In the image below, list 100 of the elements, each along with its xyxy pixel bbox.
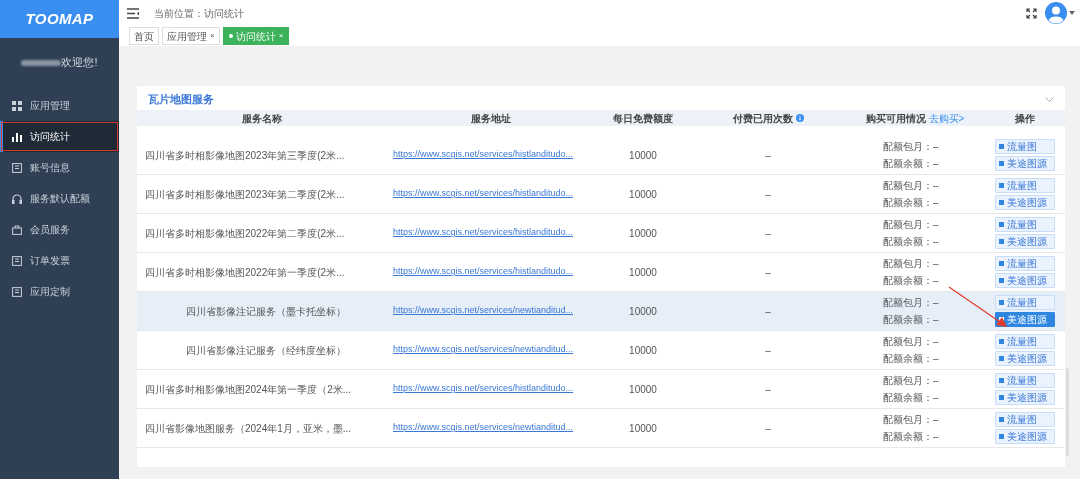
quota-text: 配额包月：– (883, 218, 940, 232)
square-icon (999, 200, 1004, 205)
quota-text: 配额包月：– (883, 374, 940, 388)
quota-text: 配额余额：– (883, 352, 940, 366)
quota-text: 配额余额：– (883, 274, 940, 288)
action-button[interactable]: 美途图源 (995, 429, 1055, 444)
table-cell-text: – (765, 187, 771, 202)
action-button[interactable]: 流量图 (995, 217, 1055, 232)
document-icon (12, 286, 22, 297)
buy-link[interactable]: 去购买> (928, 110, 965, 126)
action-button[interactable]: 流量图 (995, 412, 1055, 427)
service-url-link[interactable]: https://www.scgis.net/services/newtianditud... (393, 343, 574, 357)
quota-text: 配额包月：– (883, 140, 940, 154)
service-url-link[interactable]: https://www.scgis.net/services/newtianditud... (393, 421, 574, 435)
square-icon (999, 300, 1004, 305)
service-url-link[interactable]: https://www.scgis.net/services/histlanditudo... (393, 187, 574, 201)
column-header: 服务地址 (471, 111, 511, 126)
square-icon (999, 356, 1004, 361)
table-cell-text: – (765, 343, 771, 358)
table-cell-text: 四川省影像注记服务（墨卡托坐标） (186, 304, 346, 319)
quota-text: 配额包月：– (883, 335, 940, 349)
quota-text: 配额余额：– (883, 157, 940, 171)
table-cell-text: 四川省影像注记服务（经纬度坐标） (186, 343, 346, 358)
table-cell-text: 四川省多时相影像地图2023年第二季度(2米... (145, 187, 345, 202)
service-url-link[interactable]: https://www.scgis.net/services/histlanditudo... (393, 148, 574, 162)
menu-icon[interactable] (127, 7, 139, 19)
square-icon (999, 239, 1004, 244)
square-icon (999, 378, 1004, 383)
info-icon[interactable] (795, 114, 804, 122)
card-title: 瓦片地图服务 (148, 91, 214, 107)
column-header: 操作 (1015, 111, 1035, 126)
headset-icon (12, 193, 22, 204)
logo: TOOMAP (25, 8, 94, 29)
table-cell-text: 10000 (629, 343, 657, 358)
action-button[interactable]: 流量图 (995, 334, 1055, 349)
table-cell-text: 10000 (629, 382, 657, 397)
service-url-link[interactable]: https://www.scgis.net/services/newtianditud... (393, 304, 574, 318)
table-cell-text: – (765, 304, 771, 319)
quota-text: 配额余额：– (883, 430, 940, 444)
column-header: 每日免费额度 (613, 111, 673, 126)
action-button[interactable]: 流量图 (995, 256, 1055, 271)
action-button[interactable]: 流量图 (995, 295, 1055, 310)
action-button[interactable]: 美途图源 (995, 390, 1055, 405)
quota-text: 配额余额：– (883, 235, 940, 249)
action-button[interactable]: 美途图源 (995, 156, 1055, 171)
quota-text: 配额包月：– (883, 179, 940, 193)
service-url-link[interactable]: https://www.scgis.net/services/histlanditudo... (393, 226, 574, 240)
bar-chart-icon (12, 131, 22, 142)
table-cell-text: 四川省多时相影像地图2024年第一季度（2米... (145, 382, 352, 397)
column-header: 服务名称 (242, 111, 282, 126)
avatar-icon[interactable] (1045, 2, 1067, 24)
breadcrumb: 当前位置：访问统计 (154, 6, 244, 21)
page-tab[interactable]: 应用管理 × (162, 27, 220, 45)
action-button[interactable]: 流量图 (995, 139, 1055, 154)
column-header: 购买可用情况 (865, 111, 926, 126)
sidebar-item[interactable]: 应用定制 (0, 276, 119, 307)
table-cell-text: 四川省影像地图服务（2024年1月，亚米，墨... (145, 421, 352, 436)
sidebar-item[interactable]: 访问统计 (0, 121, 119, 152)
quota-text: 配额包月：– (883, 296, 940, 310)
square-icon (999, 395, 1004, 400)
table-cell-text: 10000 (629, 304, 657, 319)
quota-text: 配额余额：– (883, 313, 940, 327)
action-button[interactable]: 美途图源 (995, 273, 1055, 288)
service-url-link[interactable]: https://www.scgis.net/services/histlanditudo... (393, 382, 574, 396)
sidebar-item[interactable]: 应用管理 (0, 90, 119, 121)
square-icon (999, 417, 1004, 422)
service-url-link[interactable]: https://www.scgis.net/services/histlanditudo... (393, 265, 574, 279)
page-tab[interactable]: 首页 (129, 27, 159, 45)
action-button[interactable]: 流量图 (995, 373, 1055, 388)
table-cell-text: 四川省多时相影像地图2022年第二季度(2米... (145, 226, 345, 241)
action-button[interactable]: 美途图源 (995, 195, 1055, 210)
sidebar-item[interactable]: 会员服务 (0, 214, 119, 245)
table-cell-text: – (765, 421, 771, 436)
quota-text: 配额余额：– (883, 196, 940, 210)
action-button[interactable]: 美途图源 (995, 312, 1055, 327)
caret-icon[interactable] (1069, 11, 1075, 15)
annotation-arrow (948, 286, 1008, 328)
square-icon (999, 144, 1004, 149)
table-cell-text: – (765, 265, 771, 280)
document-icon (12, 162, 22, 173)
action-button[interactable]: 美途图源 (995, 351, 1055, 366)
page-tab[interactable]: 访问统计 × (222, 27, 290, 45)
quota-text: 配额包月：– (883, 257, 940, 271)
welcome-text: 欢迎您! (61, 55, 98, 71)
blurred-username (21, 59, 62, 66)
table-cell-text: 10000 (629, 265, 657, 280)
quota-text: 配额包月：– (883, 413, 940, 427)
grid-icon (12, 100, 22, 111)
sidebar-item[interactable]: 订单发票 (0, 245, 119, 276)
sidebar-item[interactable]: 服务默认配额 (0, 183, 119, 214)
square-icon (999, 434, 1004, 439)
square-icon (999, 161, 1004, 166)
action-button[interactable]: 流量图 (995, 178, 1055, 193)
fullscreen-icon[interactable] (1026, 7, 1037, 19)
table-cell-text: 10000 (629, 148, 657, 163)
square-icon (999, 339, 1004, 344)
square-icon (999, 278, 1004, 283)
square-icon (999, 261, 1004, 266)
sidebar-item[interactable]: 账号信息 (0, 152, 119, 183)
action-button[interactable]: 美途图源 (995, 234, 1055, 249)
